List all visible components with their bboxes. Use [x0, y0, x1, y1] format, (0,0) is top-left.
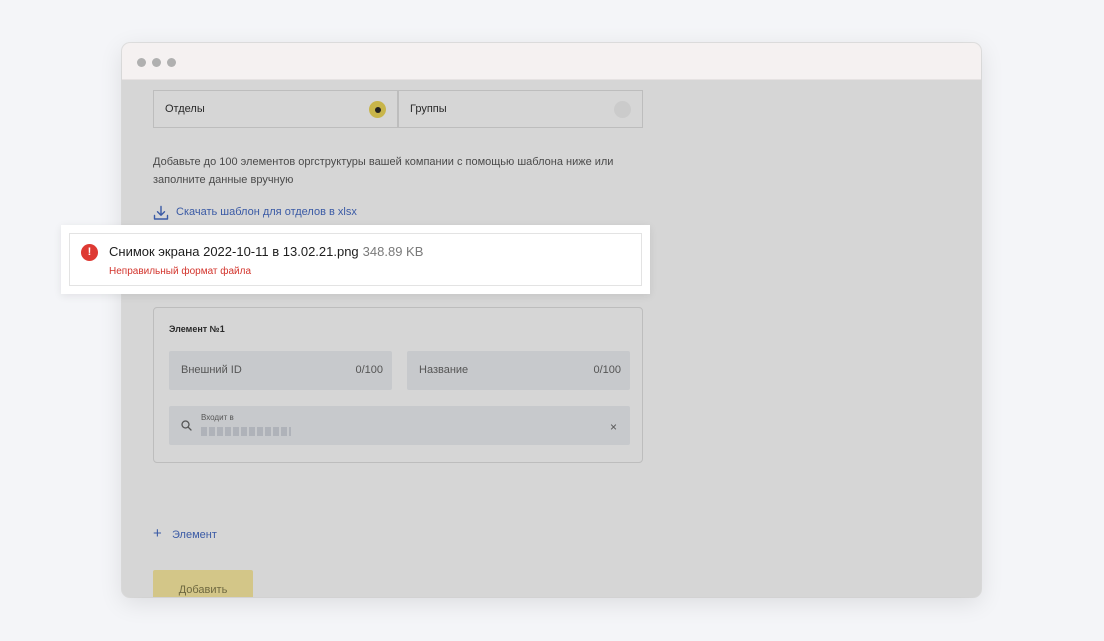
tab-departments-label: Отделы — [165, 103, 205, 115]
name-counter: 0/100 — [593, 364, 621, 376]
window-close-dot[interactable] — [137, 58, 146, 67]
error-file-size: 348.89 KB — [362, 244, 424, 259]
name-placeholder: Название — [419, 364, 469, 376]
error-file-name: Снимок экрана 2022-10-11 в 13.02.21.png — [109, 244, 359, 259]
error-icon: ! — [81, 244, 98, 261]
window-titlebar — [122, 43, 981, 80]
parent-search-field[interactable]: Входит в × — [169, 406, 630, 445]
error-toast-inner: ! Снимок экрана 2022-10-11 в 13.02.21.pn… — [69, 233, 642, 286]
element-card-title: Элемент №1 — [169, 324, 225, 334]
window-maximize-dot[interactable] — [167, 58, 176, 67]
name-field[interactable]: Название 0/100 — [407, 351, 630, 390]
clear-icon[interactable]: × — [610, 420, 617, 434]
tab-groups[interactable]: Группы — [398, 90, 643, 128]
parent-field-value — [201, 427, 291, 436]
parent-field-label: Входит в — [201, 413, 234, 422]
element-card: Элемент №1 Внешний ID 0/100 Название 0/1… — [153, 307, 643, 463]
page-content: Отделы Группы Добавьте до 100 элементов … — [122, 79, 981, 597]
submit-add-button[interactable]: Добавить — [153, 570, 253, 597]
error-file-info: Снимок экрана 2022-10-11 в 13.02.21.png 3… — [109, 244, 423, 259]
tab-departments[interactable]: Отделы — [153, 90, 398, 128]
browser-window: Отделы Группы Добавьте до 100 элементов … — [122, 43, 981, 597]
external-id-counter: 0/100 — [355, 364, 383, 376]
radio-selected-icon[interactable] — [369, 101, 386, 118]
description-text: Добавьте до 100 элементов оргструктуры в… — [153, 156, 614, 186]
download-link-label: Скачать шаблон для отделов в xlsx — [176, 206, 357, 218]
external-id-placeholder: Внешний ID — [181, 364, 242, 376]
window-minimize-dot[interactable] — [152, 58, 161, 67]
error-toast: ! Снимок экрана 2022-10-11 в 13.02.21.pn… — [61, 225, 650, 294]
external-id-field[interactable]: Внешний ID 0/100 — [169, 351, 392, 390]
add-element-label: Элемент — [172, 529, 217, 541]
error-message: Неправильный формат файла — [109, 266, 252, 277]
search-icon — [181, 420, 192, 431]
tab-groups-label: Группы — [410, 103, 447, 115]
download-icon — [153, 205, 169, 220]
plus-icon: + — [153, 525, 162, 542]
radio-unselected-icon[interactable] — [614, 101, 631, 118]
